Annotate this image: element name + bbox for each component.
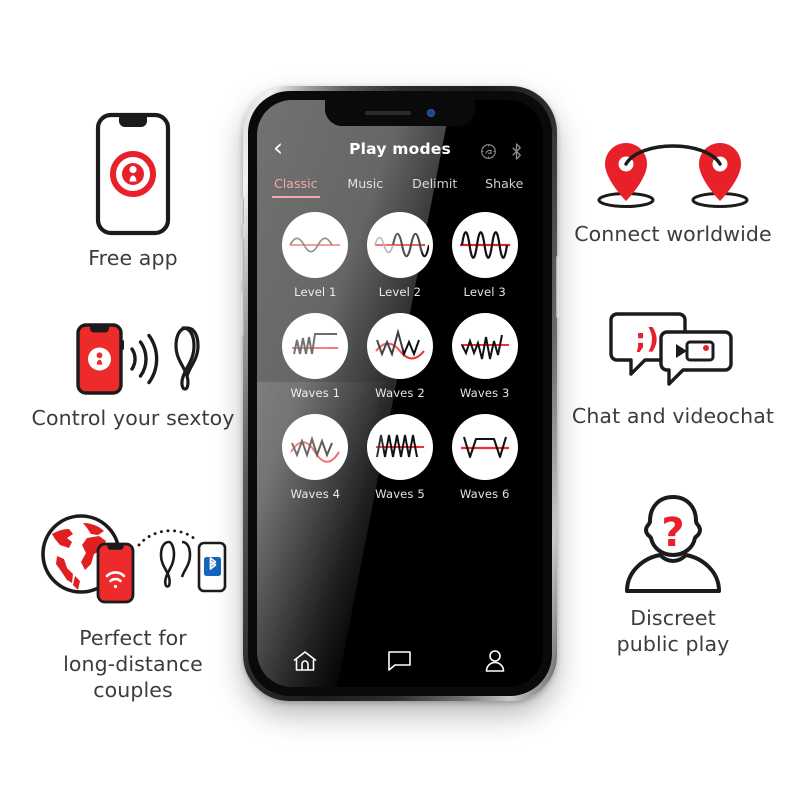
wave-pattern-5-icon xyxy=(366,414,433,480)
phone-bezel: ‹ Play modes Classic Music Delimit Shake… xyxy=(248,91,552,696)
app-ui: ‹ Play modes Classic Music Delimit Shake… xyxy=(257,100,543,687)
feature-control-sextoy: Control your sextoy xyxy=(18,322,248,431)
tabbar-messages[interactable] xyxy=(352,649,447,673)
tabbar-profile[interactable] xyxy=(448,649,543,673)
mode-label: Waves 4 xyxy=(290,487,341,501)
feature-caption: Chat and videochat xyxy=(571,404,775,428)
mode-label: Level 3 xyxy=(463,285,506,299)
caption-line-1: Discreet xyxy=(630,606,716,630)
tab-classic[interactable]: Classic xyxy=(261,176,331,198)
mode-tabs: Classic Music Delimit Shake xyxy=(257,164,543,198)
mode-item-level-3[interactable]: Level 3 xyxy=(442,212,527,299)
mode-grid: Level 1 Level 2 Level 3 Waves 1 Waves 2 … xyxy=(257,198,543,501)
mode-item-waves-2[interactable]: Waves 2 xyxy=(358,313,443,400)
phone-reflection xyxy=(243,703,557,799)
mode-item-level-1[interactable]: Level 1 xyxy=(273,212,358,299)
wave-pattern-1-icon xyxy=(282,313,349,379)
wave-level-3-icon xyxy=(451,212,518,278)
mode-item-waves-3[interactable]: Waves 3 xyxy=(442,313,527,400)
feature-caption: Discreet public play xyxy=(617,605,730,657)
mode-label: Level 2 xyxy=(378,285,422,299)
feature-chat-videochat: ;) Chat and videochat xyxy=(558,310,788,429)
phone-body: ‹ Play modes Classic Music Delimit Shake… xyxy=(241,86,559,701)
speech-bubbles-video-icon: ;) xyxy=(609,310,737,394)
svg-text:?: ? xyxy=(661,510,684,556)
caption-line-2: long-distance xyxy=(63,652,203,677)
wave-pattern-2-icon xyxy=(366,313,433,379)
header-actions xyxy=(480,143,527,160)
phone-signal-toy-icon xyxy=(45,322,221,396)
phone-with-app-logo-icon xyxy=(94,112,172,236)
silent-switch[interactable] xyxy=(241,198,244,224)
two-map-pins-arc-icon xyxy=(588,140,758,212)
bottom-tab-bar xyxy=(257,649,543,673)
feature-long-distance: Perfect for long-distance couples xyxy=(18,512,248,704)
caption-line-3: couples xyxy=(93,678,173,703)
promo-graphic: Free app Control your sextoy Perfect for… xyxy=(0,0,800,800)
chat-bubble-icon xyxy=(387,650,412,672)
bluetooth-icon[interactable] xyxy=(510,143,527,160)
feature-caption: Control your sextoy xyxy=(31,406,235,430)
mode-item-waves-6[interactable]: Waves 6 xyxy=(442,414,527,501)
globe-phone-toy-bluetooth-icon xyxy=(35,512,231,616)
power-button[interactable] xyxy=(556,256,559,318)
caption-line-2: public play xyxy=(616,632,730,657)
feature-caption: Connect worldwide xyxy=(574,222,772,246)
mode-item-waves-5[interactable]: Waves 5 xyxy=(358,414,443,501)
feature-caption: Free app xyxy=(88,246,178,270)
volume-up-button[interactable] xyxy=(241,238,244,282)
tab-delimit[interactable]: Delimit xyxy=(400,176,470,198)
feature-caption: Perfect for long-distance couples xyxy=(63,625,203,704)
mode-label: Level 1 xyxy=(294,285,337,299)
notch xyxy=(325,100,475,126)
svg-text:;): ;) xyxy=(635,322,659,355)
wave-pattern-3-icon xyxy=(451,313,518,379)
feature-connect-worldwide: Connect worldwide xyxy=(558,140,788,247)
wave-level-2-icon xyxy=(366,212,433,278)
feature-free-app: Free app xyxy=(18,112,248,271)
mode-item-level-2[interactable]: Level 2 xyxy=(358,212,443,299)
wave-level-1-icon xyxy=(282,212,349,278)
mode-label: Waves 1 xyxy=(290,386,341,400)
mode-label: Waves 3 xyxy=(459,386,510,400)
person-icon xyxy=(484,649,506,673)
front-camera xyxy=(427,109,435,117)
anonymous-person-question-icon: ? xyxy=(619,492,727,596)
volume-down-button[interactable] xyxy=(241,292,244,336)
smartphone-mockup: ‹ Play modes Classic Music Delimit Shake… xyxy=(241,86,559,701)
wave-pattern-4-icon xyxy=(282,414,349,480)
mode-label: Waves 6 xyxy=(459,487,510,501)
mode-label: Waves 5 xyxy=(375,487,425,501)
mode-label: Waves 2 xyxy=(375,386,425,400)
wave-pattern-6-icon xyxy=(451,414,518,480)
tabbar-home[interactable] xyxy=(257,649,352,673)
tab-music[interactable]: Music xyxy=(331,176,401,198)
mode-item-waves-1[interactable]: Waves 1 xyxy=(273,313,358,400)
mode-item-waves-4[interactable]: Waves 4 xyxy=(273,414,358,501)
tab-shake[interactable]: Shake xyxy=(470,176,540,198)
feature-discreet-public-play: ? Discreet public play xyxy=(558,492,788,657)
sync-icon[interactable] xyxy=(480,143,497,160)
home-icon xyxy=(292,649,318,673)
caption-line-1: Perfect for xyxy=(79,626,187,650)
phone-screen: ‹ Play modes Classic Music Delimit Shake… xyxy=(257,100,543,687)
earpiece-speaker xyxy=(365,111,411,115)
